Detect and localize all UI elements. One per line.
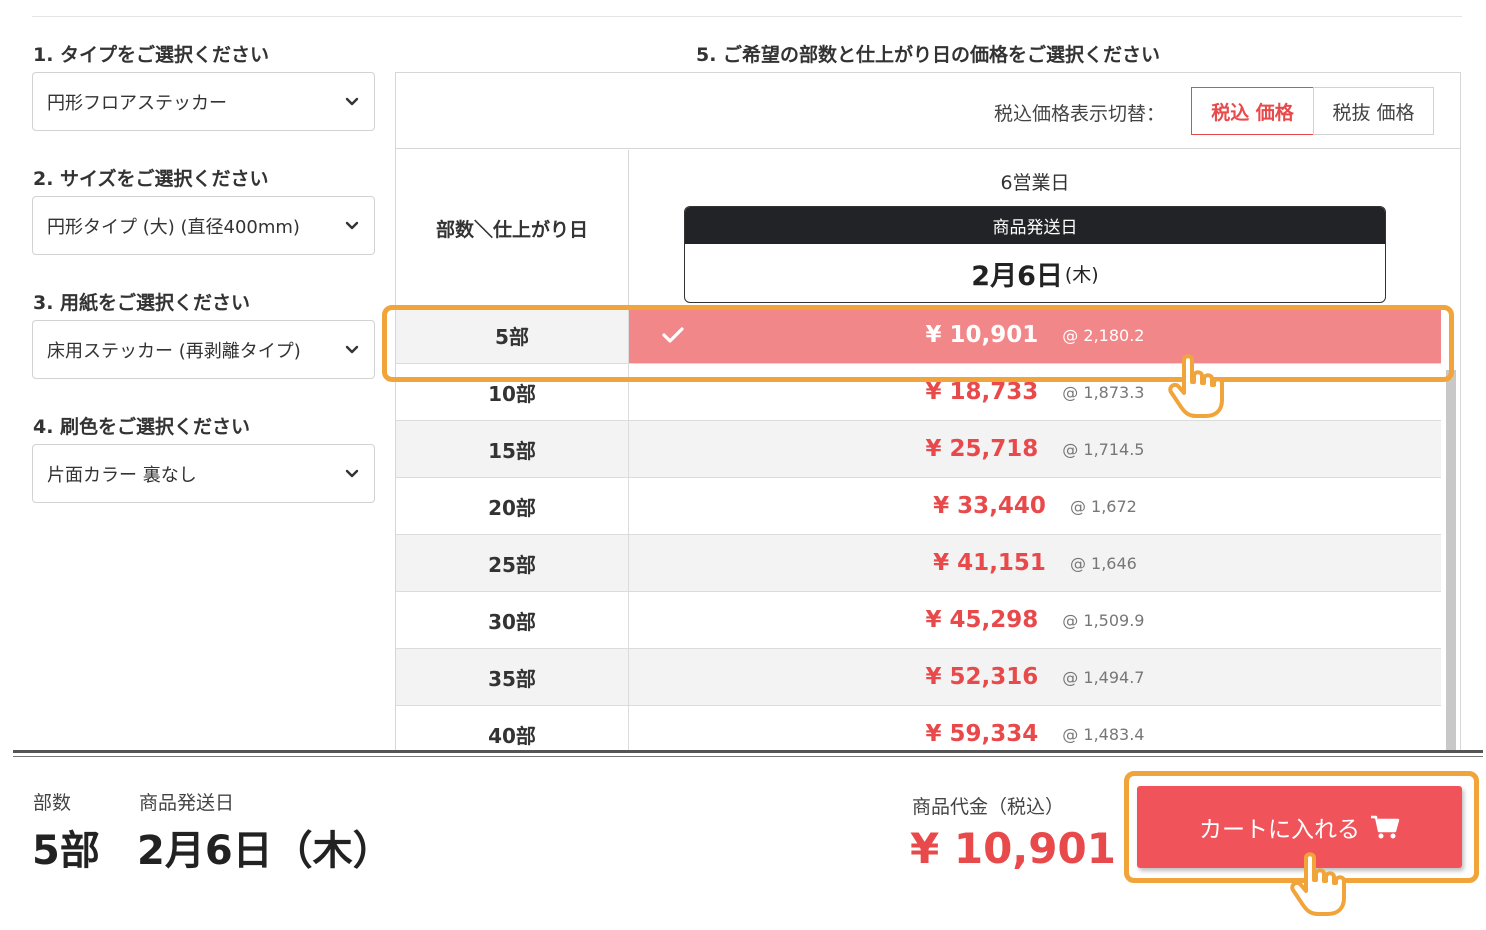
price-row-5[interactable]: 5部 ¥ 10,901 @ 2,180.2	[396, 306, 1441, 363]
row-price: ¥ 41,151	[933, 550, 1046, 576]
row-qty: 35部	[396, 649, 629, 705]
row-unit-price: @ 2,180.2	[1062, 325, 1145, 345]
row-price: ¥ 18,733	[925, 379, 1039, 405]
summary-qty-value: 5部	[32, 828, 100, 874]
price-row-30[interactable]: 30部 ¥ 45,298 @ 1,509.9	[396, 591, 1441, 648]
row-unit-price: @ 1,672	[1069, 496, 1137, 516]
type-select-value: 円形フロアステッカー	[47, 92, 227, 114]
pointer-hand-icon	[1290, 852, 1346, 916]
check-icon	[662, 327, 684, 343]
chevron-down-icon	[344, 218, 360, 234]
ship-date-header: 商品発送日	[685, 207, 1385, 244]
row-unit-price: @ 1,646	[1069, 553, 1137, 573]
price-cell[interactable]: ¥ 45,298 @ 1,509.9	[629, 592, 1441, 648]
price-cell[interactable]: ¥ 52,316 @ 1,494.7	[629, 649, 1441, 705]
price-cell[interactable]: ¥ 25,718 @ 1,714.5	[629, 421, 1441, 477]
row-price: ¥ 25,718	[925, 436, 1039, 462]
ship-date-card: 商品発送日 2月6日 (木)	[684, 206, 1386, 303]
chevron-down-icon	[344, 342, 360, 358]
price-row-40[interactable]: 40部 ¥ 59,334 @ 1,483.4	[396, 705, 1441, 752]
step1-title: 1. タイプをご選択ください	[33, 44, 270, 66]
bottom-divider-thin	[13, 756, 1483, 757]
price-row-20[interactable]: 20部 ¥ 33,440 @ 1,672	[396, 477, 1441, 534]
row-price: ¥ 10,901	[925, 322, 1039, 348]
row-unit-price: @ 1,873.3	[1062, 382, 1145, 402]
size-select[interactable]: 円形タイプ (大) (直径400mm)	[32, 196, 375, 255]
tax-excluded-button[interactable]: 税抜 価格	[1313, 87, 1434, 135]
scrollbar-thumb[interactable]	[1446, 370, 1456, 752]
summary-ship-value: 2月6日（木）	[137, 828, 393, 874]
row-qty: 40部	[396, 706, 629, 752]
price-cell[interactable]: ¥ 41,151 @ 1,646	[629, 535, 1441, 591]
qty-date-header: 部数＼仕上がり日	[396, 150, 629, 306]
add-to-cart-label: カートに入れる	[1199, 817, 1360, 843]
row-unit-price: @ 1,714.5	[1062, 439, 1145, 459]
price-row-35[interactable]: 35部 ¥ 52,316 @ 1,494.7	[396, 648, 1441, 705]
color-select[interactable]: 片面カラー 裏なし	[32, 444, 375, 503]
total-price: ¥ 10,901	[910, 824, 1116, 873]
row-qty: 20部	[396, 478, 629, 534]
paper-select-value: 床用ステッカー (再剥離タイプ)	[47, 340, 301, 362]
summary-ship-label: 商品発送日	[139, 792, 235, 814]
paper-select[interactable]: 床用ステッカー (再剥離タイプ)	[32, 320, 375, 379]
summary-qty-label: 部数	[33, 792, 72, 814]
price-panel: 税込価格表示切替： 税込 価格 税抜 価格 部数＼仕上がり日 6営業日 商品発送…	[395, 72, 1461, 752]
row-unit-price: @ 1,509.9	[1062, 610, 1145, 630]
row-price: ¥ 45,298	[925, 607, 1039, 633]
color-select-value: 片面カラー 裏なし	[47, 464, 197, 486]
price-table-scrollbar[interactable]	[1441, 306, 1460, 752]
cart-icon	[1371, 815, 1400, 839]
row-qty: 15部	[396, 421, 629, 477]
chevron-down-icon	[344, 466, 360, 482]
row-unit-price: @ 1,494.7	[1062, 667, 1145, 687]
price-cell[interactable]: ¥ 18,733 @ 1,873.3	[629, 364, 1441, 420]
row-qty: 5部	[396, 307, 629, 363]
price-rows: 5部 ¥ 10,901 @ 2,180.2 10部 ¥ 18,733 @ 1,8…	[396, 306, 1441, 752]
row-qty: 10部	[396, 364, 629, 420]
tax-toggle-row: 税込価格表示切替： 税込 価格 税抜 価格	[396, 73, 1460, 149]
row-price: ¥ 59,334	[925, 721, 1039, 747]
bottom-divider	[13, 750, 1483, 753]
price-cell[interactable]: ¥ 33,440 @ 1,672	[629, 478, 1441, 534]
step3-title: 3. 用紙をご選択ください	[33, 292, 251, 314]
row-unit-price: @ 1,483.4	[1062, 724, 1145, 744]
price-cell[interactable]: ¥ 59,334 @ 1,483.4	[629, 706, 1441, 752]
chevron-down-icon	[344, 94, 360, 110]
step4-title: 4. 刷色をご選択ください	[33, 416, 251, 438]
ship-date: 2月6日 (木)	[685, 244, 1385, 302]
type-select[interactable]: 円形フロアステッカー	[32, 72, 375, 131]
price-row-15[interactable]: 15部 ¥ 25,718 @ 1,714.5	[396, 420, 1441, 477]
price-cell[interactable]: ¥ 10,901 @ 2,180.2	[629, 307, 1441, 363]
ship-weekday: (木)	[1064, 263, 1099, 286]
row-qty: 30部	[396, 592, 629, 648]
price-panel-title: 5. ご希望の部数と仕上がり日の価格をご選択ください	[695, 44, 1161, 66]
price-row-25[interactable]: 25部 ¥ 41,151 @ 1,646	[396, 534, 1441, 591]
pointer-hand-icon	[1168, 354, 1224, 418]
row-price: ¥ 33,440	[933, 493, 1046, 519]
tax-included-button[interactable]: 税込 価格	[1191, 87, 1314, 135]
row-price: ¥ 52,316	[925, 664, 1039, 690]
step2-title: 2. サイズをご選択ください	[33, 168, 269, 190]
business-days: 6営業日	[1000, 172, 1070, 194]
size-select-value: 円形タイプ (大) (直径400mm)	[47, 216, 300, 238]
tax-toggle-label: 税込価格表示切替：	[993, 103, 1165, 125]
top-divider	[32, 16, 1462, 17]
date-column-header: 6営業日 商品発送日 2月6日 (木)	[629, 150, 1441, 306]
price-row-10[interactable]: 10部 ¥ 18,733 @ 1,873.3	[396, 363, 1441, 420]
ship-date-value: 2月6日	[971, 260, 1063, 292]
total-label: 商品代金（税込）	[912, 796, 1065, 818]
row-qty: 25部	[396, 535, 629, 591]
